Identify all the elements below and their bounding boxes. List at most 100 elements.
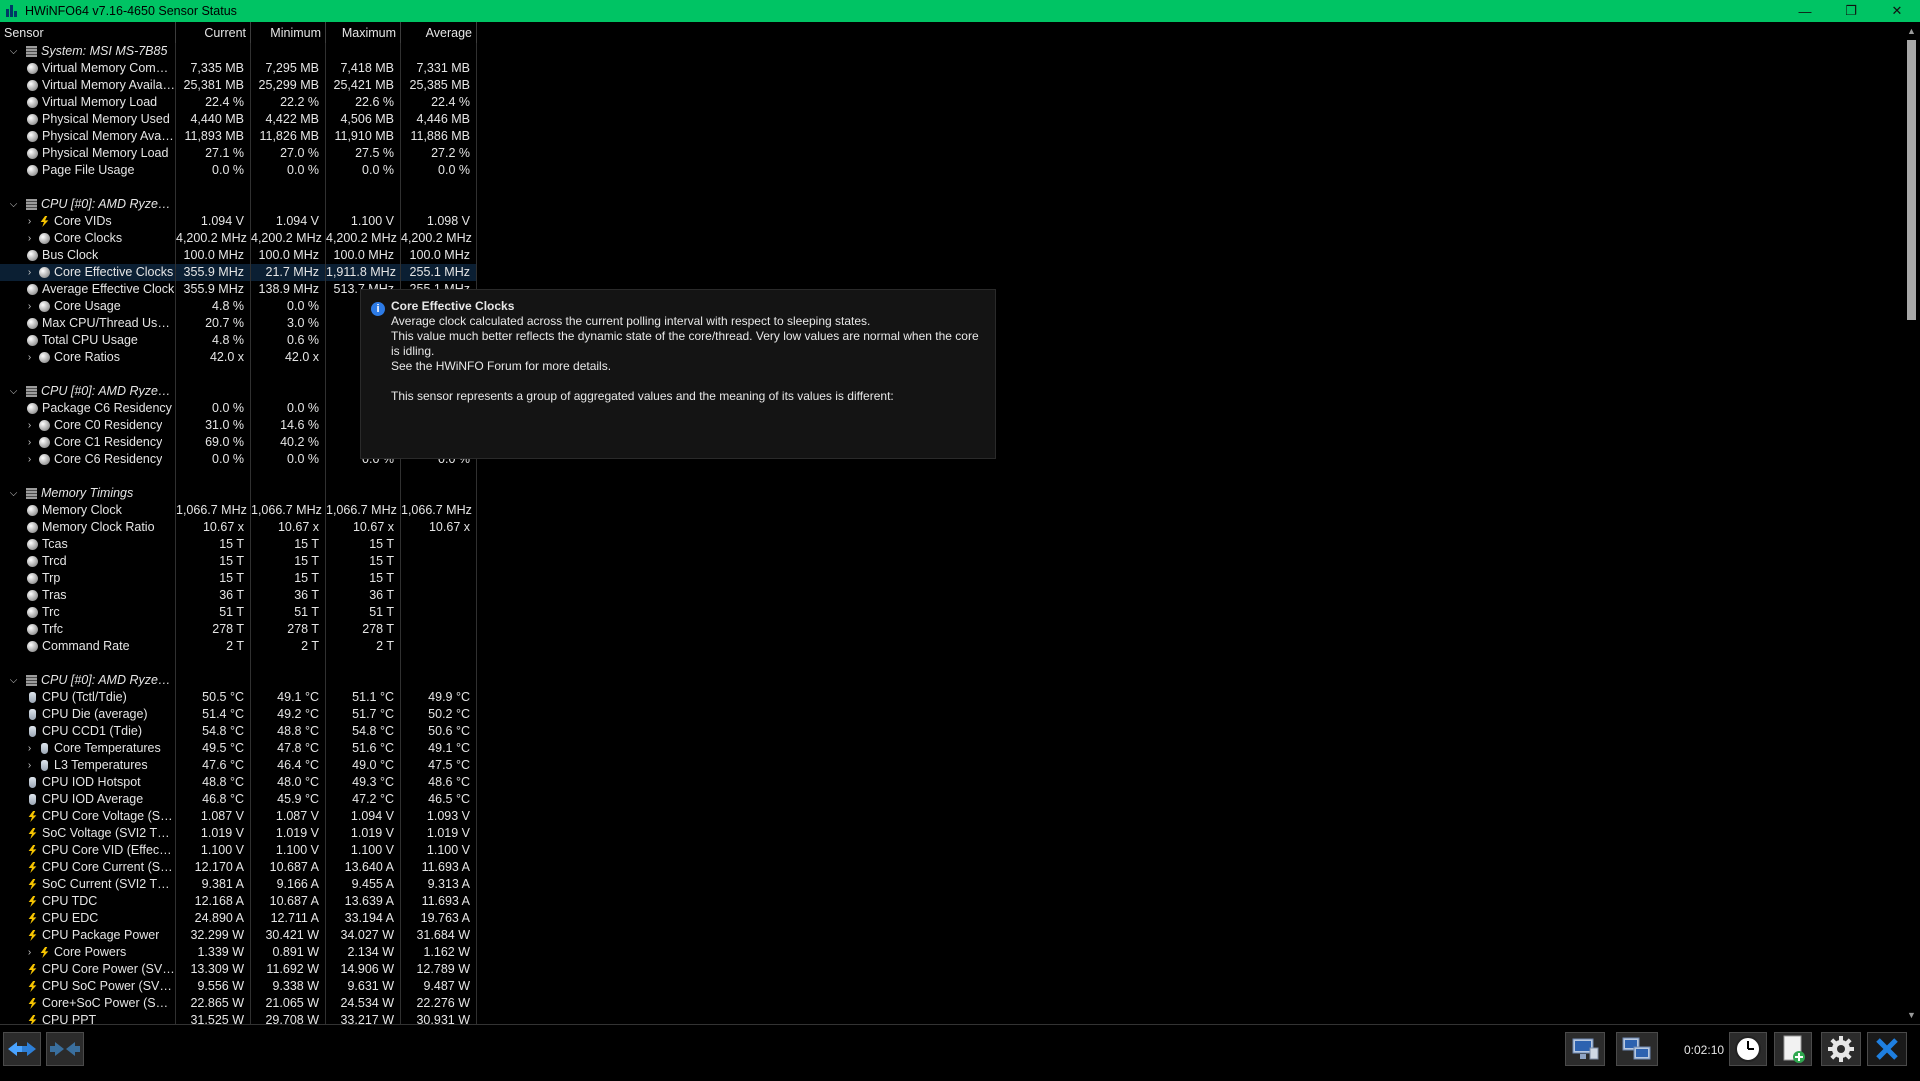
sensor-row[interactable]: Trp 15 T 15 T 15 T	[0, 570, 477, 587]
sensor-row[interactable]: › Core Temperatures 49.5 °C 47.8 °C 51.6 °C 4…	[0, 740, 477, 757]
chevron-down-icon[interactable]: ⌵	[8, 196, 19, 213]
minimize-button[interactable]: —	[1782, 0, 1828, 22]
sensor-row[interactable]: Physical Memory Used 4,440 MB 4,422 MB 4,50…	[0, 111, 477, 128]
sensor-row[interactable]: CPU TDC 12.168 A 10.687 A 13.639 A 11.693 A	[0, 893, 477, 910]
sensor-row[interactable]: CPU SoC Power (SVI2 TFN)9.556 W9.338 W9.…	[0, 978, 477, 995]
sensor-row[interactable]: › Core Clocks 4,200.2 MHz 4,200.2 MHz 4,200.…	[0, 230, 477, 247]
vertical-scrollbar[interactable]: ▲ ▼	[1903, 22, 1920, 1024]
scroll-down-arrow-icon[interactable]: ▼	[1903, 1008, 1920, 1022]
reporting-button[interactable]	[1616, 1032, 1658, 1066]
chevron-right-icon[interactable]: ›	[24, 230, 35, 247]
minimum-value	[251, 196, 326, 213]
sensor-row[interactable]: Page File Usage 0.0 % 0.0 % 0.0 % 0.0 %	[0, 162, 477, 179]
sensor-row[interactable]: Physical Memory Available11,893 MB11,826…	[0, 128, 477, 145]
column-header-average[interactable]: Average	[401, 22, 477, 43]
sensor-name-cell: CPU Core Voltage (SVI2 ...	[0, 808, 176, 825]
sensor-row[interactable]: CPU IOD Hotspot 48.8 °C 48.0 °C 49.3 °C 48.6…	[0, 774, 477, 791]
sensor-row[interactable]: CPU IOD Average 46.8 °C 45.9 °C 47.2 °C 46.5…	[0, 791, 477, 808]
chevron-right-icon[interactable]: ›	[24, 451, 35, 468]
sensor-name-cell: Physical Memory Available	[0, 128, 176, 145]
sensor-row[interactable]: › Core VIDs 1.094 V 1.094 V 1.100 V 1.098 V	[0, 213, 477, 230]
sensor-row[interactable]: Trc 51 T 51 T 51 T	[0, 604, 477, 621]
chevron-down-icon[interactable]: ⌵	[8, 43, 19, 60]
thermometer-icon	[29, 709, 36, 720]
sensor-row[interactable]: Command Rate 2 T2 T2 T	[0, 638, 477, 655]
average-value: 31.684 W	[401, 927, 477, 944]
sensor-row[interactable]: Bus Clock 100.0 MHz 100.0 MHz 100.0 MHz 100.…	[0, 247, 477, 264]
close-button[interactable]	[1867, 1032, 1907, 1066]
sensor-row[interactable]: Virtual Memory Available 25,381 MB 25,299 …	[0, 77, 477, 94]
average-value	[401, 196, 477, 213]
sensor-row[interactable]: › L3 Temperatures 47.6 °C 46.4 °C 49.0 °C 47.…	[0, 757, 477, 774]
chevron-down-icon[interactable]: ⌵	[8, 383, 19, 400]
sensor-row[interactable]: Core+SoC Power (SVI2 ... 22.865 W 21.065 W…	[0, 995, 477, 1012]
sensor-row[interactable]: Physical Memory Load 27.1 % 27.0 % 27.5 % 27…	[0, 145, 477, 162]
sensor-row[interactable]: Tcas 15 T 15 T 15 T	[0, 536, 477, 553]
bolt-icon	[28, 964, 37, 975]
column-header-sensor[interactable]: Sensor	[0, 22, 176, 43]
sensor-row[interactable]: CPU Core Voltage (SVI2 ...1.087 V1.087 V…	[0, 808, 477, 825]
sensor-label: SoC Current (SVI2 TFN)	[42, 877, 175, 891]
sensor-row[interactable]: CPU EDC 24.890 A 12.711 A 33.194 A 19.763 A	[0, 910, 477, 927]
chevron-down-icon[interactable]: ⌵	[8, 672, 19, 689]
collapse-arrows-button[interactable]	[46, 1032, 84, 1066]
sensor-row[interactable]: CPU Package Power 32.299 W 30.421 W 34.027 …	[0, 927, 477, 944]
sensor-group-row[interactable]: ⌵ CPU [#0]: AMD Ryzen 5 ...	[0, 196, 477, 213]
restore-button[interactable]: ❐	[1828, 0, 1874, 22]
sensor-row[interactable]: CPU Die (average) 51.4 °C 49.2 °C 51.7 °C 50…	[0, 706, 477, 723]
sensor-group-row[interactable]: ⌵ System: MSI MS-7B85	[0, 43, 477, 60]
chevron-right-icon[interactable]: ›	[24, 349, 35, 366]
circle-icon	[39, 437, 50, 448]
sensor-row[interactable]: Memory Clock 1,066.7 MHz 1,066.7 MHz 1,066.…	[0, 502, 477, 519]
column-header-current[interactable]: Current	[176, 22, 251, 43]
logging-button[interactable]	[1774, 1032, 1812, 1066]
sensor-row[interactable]: CPU Core Current (SVI2 ...12.170 A10.687…	[0, 859, 477, 876]
current-value: 42.0 x	[176, 349, 251, 366]
sensor-row[interactable]: CPU CCD1 (Tdie) 54.8 °C 48.8 °C 54.8 °C 50.6…	[0, 723, 477, 740]
reset-clock-button[interactable]	[1729, 1032, 1767, 1066]
hwinfo-app-icon	[5, 4, 19, 18]
sensor-row[interactable]: Memory Clock Ratio 10.67 x 10.67 x 10.67 x1…	[0, 519, 477, 536]
column-header-maximum[interactable]: Maximum	[326, 22, 401, 43]
circle-icon	[39, 301, 50, 312]
sensor-label: Core Ratios	[54, 350, 120, 364]
scrollbar-thumb[interactable]	[1907, 40, 1916, 320]
network-button[interactable]	[1565, 1032, 1605, 1066]
chevron-right-icon[interactable]: ›	[24, 757, 35, 774]
sensor-row[interactable]: Trcd 15 T 15 T 15 T	[0, 553, 477, 570]
chevron-right-icon[interactable]: ›	[24, 213, 35, 230]
chevron-right-icon[interactable]: ›	[24, 434, 35, 451]
minimum-value: 40.2 %	[251, 434, 326, 451]
minimum-value: 1.019 V	[251, 825, 326, 842]
sensor-row[interactable]: CPU (Tctl/Tdie) 50.5 °C 49.1 °C 51.1 °C 49.9…	[0, 689, 477, 706]
chevron-right-icon[interactable]: ›	[24, 264, 35, 281]
close-window-button[interactable]: ✕	[1874, 0, 1920, 22]
sensor-row[interactable]: › Core Powers 1.339 W 0.891 W 2.134 W 1.162 W	[0, 944, 477, 961]
chevron-right-icon[interactable]: ›	[24, 298, 35, 315]
sensor-row[interactable]: SoC Voltage (SVI2 TFN) 1.019 V 1.019 V 1.01…	[0, 825, 477, 842]
maximum-value	[326, 196, 401, 213]
sensor-row[interactable]: CPU Core VID (Effective) 1.100 V 1.100 V 1.…	[0, 842, 477, 859]
minimum-value: 0.0 %	[251, 298, 326, 315]
sensor-group-row[interactable]: ⌵ Memory Timings	[0, 485, 477, 502]
sensor-group-row[interactable]: ⌵ CPU [#0]: AMD Ryzen 5 ...	[0, 672, 477, 689]
column-header-minimum[interactable]: Minimum	[251, 22, 326, 43]
scroll-up-arrow-icon[interactable]: ▲	[1903, 24, 1920, 38]
current-value: 355.9 MHz	[176, 264, 251, 281]
sensor-row[interactable]: CPU Core Power (SVI2 T...13.309 W11.692 …	[0, 961, 477, 978]
chevron-right-icon[interactable]: ›	[24, 417, 35, 434]
double-arrow-icon	[8, 1042, 36, 1056]
chevron-right-icon[interactable]: ›	[24, 740, 35, 757]
sensor-row[interactable]: Virtual Memory Load 22.4 % 22.2 % 22.6 % 22.…	[0, 94, 477, 111]
current-value: 1,066.7 MHz	[176, 502, 251, 519]
sensor-row[interactable]: SoC Current (SVI2 TFN) 9.381 A 9.166 A 9.45…	[0, 876, 477, 893]
sensor-row[interactable]: Tras 36 T 36 T 36 T	[0, 587, 477, 604]
chevron-right-icon[interactable]: ›	[24, 944, 35, 961]
chevron-down-icon[interactable]: ⌵	[8, 485, 19, 502]
sensor-row[interactable]: › Core Effective Clocks 355.9 MHz 21.7 MHz 1…	[0, 264, 477, 281]
circle-icon	[39, 454, 50, 465]
settings-button[interactable]	[1821, 1032, 1861, 1066]
sensor-row[interactable]: Virtual Memory Committed 7,335 MB 7,295 MB…	[0, 60, 477, 77]
expand-arrows-button[interactable]	[3, 1032, 41, 1066]
sensor-row[interactable]: Trfc 278 T 278 T 278 T	[0, 621, 477, 638]
